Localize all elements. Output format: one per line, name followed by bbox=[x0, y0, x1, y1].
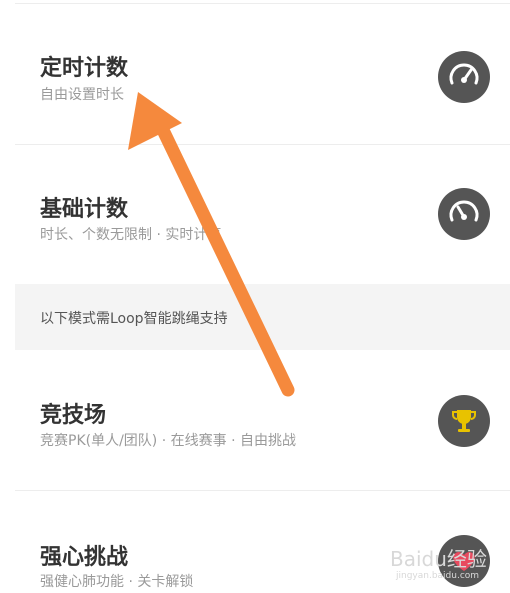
mode-title: 基础计数 bbox=[40, 197, 129, 222]
mode-title: 竞技场 bbox=[40, 403, 107, 428]
gauge-icon bbox=[438, 51, 490, 103]
section-header-loop: 以下模式需Loop智能跳绳支持 bbox=[15, 284, 510, 350]
mode-subtitle: 时长、个数无限制 · 实时计算 bbox=[40, 227, 222, 243]
mode-row-basic-count[interactable]: 基础计数 时长、个数无限制 · 实时计算 bbox=[0, 145, 510, 284]
trophy-icon bbox=[438, 395, 490, 447]
mode-row-arena[interactable]: 竞技场 竞赛PK(单人/团队) · 在线赛事 · 自由挑战 bbox=[0, 350, 510, 490]
watermark-url: jingyan.baidu.com bbox=[395, 571, 479, 580]
baidu-watermark: Baidu经验 jingyan.baidu.com bbox=[390, 547, 487, 580]
mode-subtitle: 竞赛PK(单人/团队) · 在线赛事 · 自由挑战 bbox=[40, 433, 296, 449]
mode-subtitle: 强健心肺功能 · 关卡解锁 bbox=[40, 574, 194, 590]
gauge-icon bbox=[438, 188, 490, 240]
section-header-text: 以下模式需Loop智能跳绳支持 bbox=[40, 311, 228, 327]
watermark-text: Baidu经验 bbox=[390, 547, 487, 571]
mode-title: 定时计数 bbox=[40, 56, 129, 81]
mode-list: 定时计数 自由设置时长 基础计数 时长、个数无限制 · 实时计算 以下模式需Lo… bbox=[0, 0, 510, 593]
mode-subtitle: 自由设置时长 bbox=[40, 87, 124, 103]
mode-row-timed-count[interactable]: 定时计数 自由设置时长 bbox=[0, 4, 510, 144]
mode-title: 强心挑战 bbox=[40, 545, 129, 570]
